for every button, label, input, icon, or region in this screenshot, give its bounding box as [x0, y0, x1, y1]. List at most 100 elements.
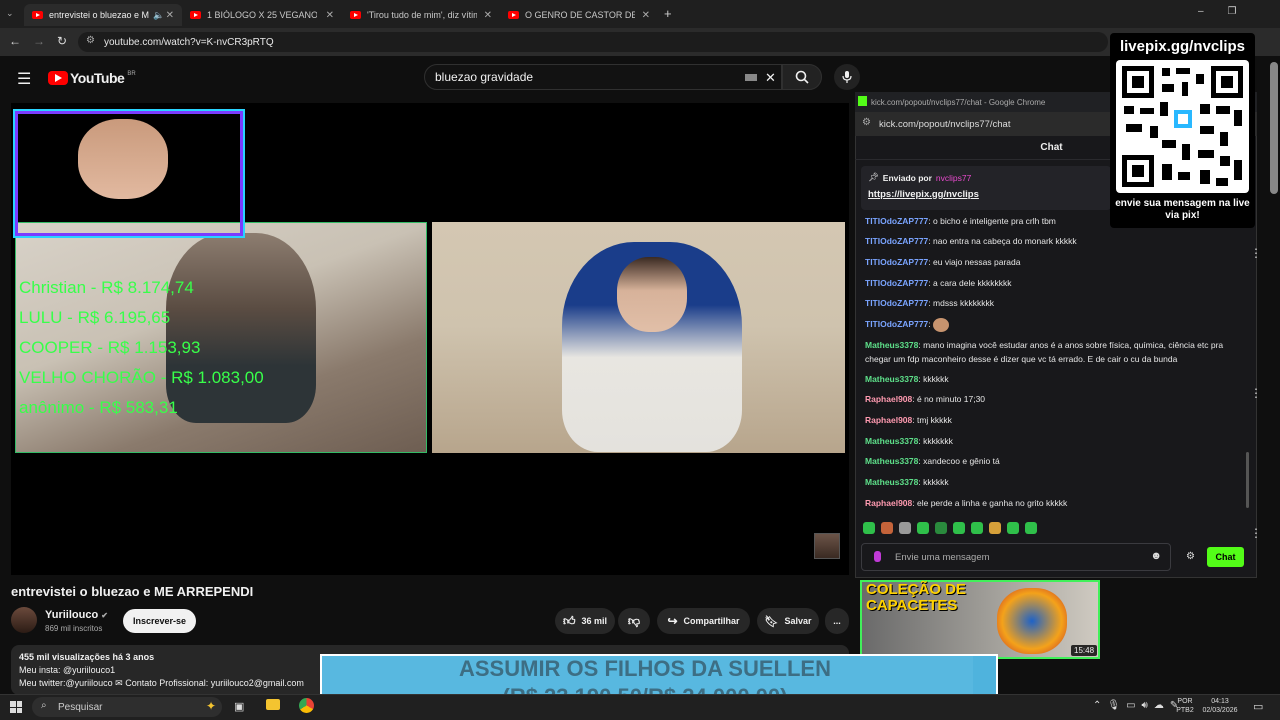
thumbnail-title: COLEÇÃO DE CAPACETES [866, 581, 967, 614]
tab-search-icon[interactable]: ⌄ [6, 8, 14, 19]
chat-username[interactable]: TITIOdoZAP777 [865, 278, 928, 288]
tab-4[interactable]: O GENRO DE CASTOR DE ANDI ✕ [500, 4, 658, 26]
share-icon: ↪ [667, 614, 678, 628]
kebab-menu-icon[interactable]: ⋮ [1250, 386, 1262, 400]
save-label: Salvar [784, 616, 812, 626]
keyboard-icon[interactable] [745, 74, 757, 81]
like-count: 36 mil [581, 616, 608, 626]
emote-icon[interactable] [953, 522, 965, 534]
emoji-icon[interactable]: ☻ [1150, 550, 1162, 562]
voice-search-button[interactable] [834, 64, 860, 90]
chat-username[interactable]: Matheus3378 [865, 436, 918, 446]
forward-icon[interactable]: → [33, 34, 45, 48]
chat-url-text: kick.com/popout/nvclips77/chat [879, 118, 1011, 130]
channel-avatar[interactable] [11, 607, 37, 633]
kebab-menu-icon[interactable]: ⋮ [1250, 526, 1262, 540]
tab-3[interactable]: 'Tirou tudo de mim', diz vítima ✕ [342, 4, 500, 26]
audio-icon[interactable]: 🔈 [153, 10, 164, 21]
site-settings-icon[interactable]: ⚙ [862, 117, 871, 128]
close-tab-icon[interactable]: ✕ [166, 10, 174, 21]
system-tray-icons[interactable]: ⌃🎙︎▭🔊︎☁✎ [1093, 700, 1184, 711]
chat-username[interactable]: Raphael908 [865, 415, 912, 425]
mic-icon[interactable] [874, 551, 881, 562]
start-button[interactable] [10, 701, 22, 713]
emote-icon[interactable] [1007, 522, 1019, 534]
tab-active[interactable]: entrevistei o bluezao e ME 🔈 ✕ [24, 4, 182, 26]
chat-text: a cara dele kkkkkkkk [933, 278, 1012, 288]
channel-watermark[interactable] [814, 533, 840, 559]
clock[interactable]: 04:13 02/03/2026 [1200, 697, 1240, 715]
taskbar-search-label: Pesquisar [58, 701, 103, 713]
notifications-icon[interactable]: ▭ [1253, 700, 1263, 713]
chat-username[interactable]: Matheus3378 [865, 374, 918, 384]
chat-message: Raphael908: tmj kkkkk [865, 415, 952, 425]
emote-icon[interactable] [899, 522, 911, 534]
channel-name[interactable]: Yuriilouco ✔ [45, 609, 108, 621]
clock-date: 02/03/2026 [1202, 707, 1238, 714]
emote-icon[interactable] [1025, 522, 1037, 534]
language-indicator[interactable]: POR PTB2 [1174, 697, 1196, 715]
pinned-link[interactable]: https://livepix.gg/nvclips [868, 189, 1104, 200]
pinned-message: 📌︎ Enviado por nvclips77 https://livepix… [861, 166, 1111, 210]
search-button[interactable] [782, 64, 822, 90]
chat-username[interactable]: Raphael908 [865, 498, 912, 508]
chat-message: TITIOdoZAP777: a cara dele kkkkkkkk [865, 278, 1012, 288]
emote-icon[interactable] [935, 522, 947, 534]
qr-code [1116, 60, 1249, 193]
file-explorer-icon[interactable] [266, 699, 280, 710]
chat-message: Matheus3378: mano imagina você estudar a… [865, 340, 1224, 364]
emote-icon[interactable] [917, 522, 929, 534]
chat-send-button[interactable]: Chat [1207, 547, 1244, 567]
page-scrollbar[interactable] [1270, 62, 1278, 194]
emote-icon[interactable] [881, 522, 893, 534]
more-actions-button[interactable]: ... [825, 608, 849, 634]
emote-icon[interactable] [989, 522, 1001, 534]
tab-2[interactable]: 1 BIÓLOGO X 25 VEGANOS | Ft ✕ [182, 4, 342, 26]
chat-message: Matheus3378: kkkkkk [865, 374, 949, 384]
chat-text: nao entra na cabeça do monark kkkkk [933, 236, 1077, 246]
site-info-icon[interactable]: ⚙ [86, 35, 95, 46]
save-button[interactable]: 🔖︎ Salvar [757, 608, 819, 634]
chat-username[interactable]: TITIOdoZAP777 [865, 319, 928, 329]
clear-search-icon[interactable]: ✕ [765, 70, 776, 86]
window-controls[interactable]: –❐ [1198, 6, 1261, 17]
close-tab-icon[interactable]: ✕ [484, 10, 492, 21]
chat-username[interactable]: Matheus3378 [865, 340, 918, 350]
chat-scrollbar[interactable] [1246, 452, 1249, 508]
share-button[interactable]: ↪ Compartilhar [657, 608, 750, 634]
emote-icon[interactable] [863, 522, 875, 534]
chat-username[interactable]: Raphael908 [865, 394, 912, 404]
chat-username[interactable]: TITIOdoZAP777 [865, 216, 928, 226]
back-icon[interactable]: ← [9, 34, 21, 48]
video-player[interactable]: Christian - R$ 8.174,74 LULU - R$ 6.195,… [11, 103, 849, 575]
emote-icon[interactable] [971, 522, 983, 534]
chat-username[interactable]: TITIOdoZAP777 [865, 236, 928, 246]
search-input[interactable]: bluezao gravidade ✕ [424, 64, 782, 90]
chat-text: kkkkkkk [923, 436, 953, 446]
chrome-icon[interactable] [299, 698, 314, 713]
kebab-menu-icon[interactable]: ⋮ [1250, 246, 1262, 260]
pinned-user: nvclips77 [935, 172, 972, 183]
chat-username[interactable]: TITIOdoZAP777 [865, 298, 928, 308]
dislike-button[interactable]: 👎︎ [618, 608, 650, 634]
task-view-icon[interactable]: ▣ [234, 700, 244, 713]
address-bar[interactable]: ⚙ youtube.com/watch?v=K-nvCR3pRTQ [78, 32, 1108, 52]
reload-icon[interactable]: ↻ [57, 34, 67, 48]
chat-message-input[interactable]: Envie uma mensagem ☻ [861, 543, 1171, 571]
clock-time: 04:13 [1211, 698, 1229, 705]
close-tab-icon[interactable]: ✕ [326, 10, 334, 21]
youtube-logo[interactable]: YouTube BR [48, 70, 136, 86]
close-tab-icon[interactable]: ✕ [642, 10, 650, 21]
chat-settings-icon[interactable]: ⚙ [1186, 551, 1195, 562]
thumbnail-duration: 15:48 [1071, 645, 1098, 656]
chat-username[interactable]: Matheus3378 [865, 477, 918, 487]
search-icon: ⌕ [41, 700, 47, 711]
chat-username[interactable]: Matheus3378 [865, 456, 918, 466]
chat-username[interactable]: TITIOdoZAP777 [865, 257, 928, 267]
youtube-favicon-icon [32, 11, 43, 19]
subscribe-button[interactable]: Inscrever-se [123, 609, 196, 633]
new-tab-button[interactable]: + [664, 6, 672, 21]
taskbar-search[interactable]: ⌕ Pesquisar ✦ [32, 697, 222, 717]
like-button[interactable]: 👍︎ 36 mil [555, 608, 615, 634]
menu-icon[interactable]: ☰ [17, 69, 31, 89]
